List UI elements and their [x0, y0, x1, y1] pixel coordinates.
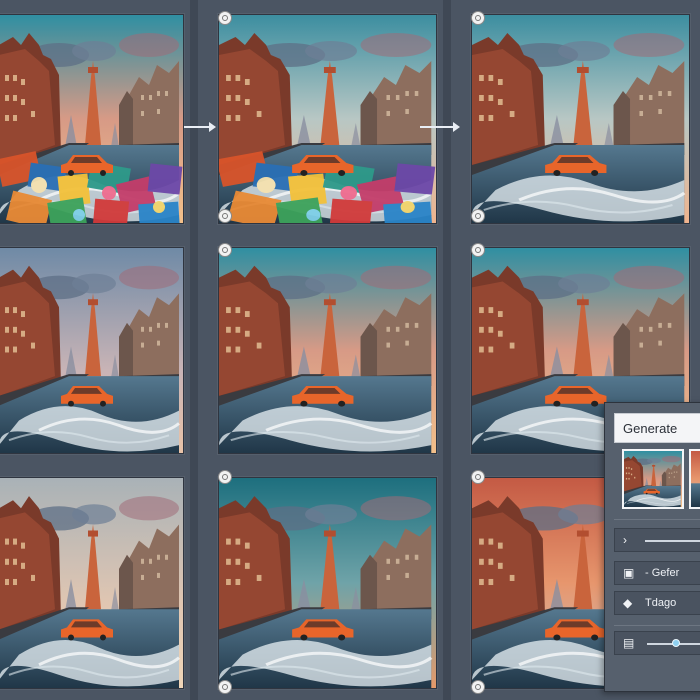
image-tile[interactable]: [218, 247, 437, 454]
panel-title: Generate: [623, 421, 678, 436]
gefer-row[interactable]: ▣ - Gefer: [614, 561, 700, 585]
panel-separator: [614, 519, 700, 520]
node-handle[interactable]: [471, 680, 485, 694]
image-tile[interactable]: [0, 477, 184, 689]
node-handle[interactable]: [218, 680, 232, 694]
image-tile[interactable]: [471, 14, 690, 224]
image-tile[interactable]: [218, 477, 437, 689]
image-tile[interactable]: [218, 14, 437, 224]
tdago-label: Tdago: [645, 597, 677, 609]
preview-thumbnail[interactable]: [622, 449, 684, 509]
image-tile[interactable]: [0, 14, 184, 224]
node-handle[interactable]: [471, 209, 485, 223]
panel-separator: [614, 625, 700, 626]
row-track: [645, 540, 700, 542]
panel-header[interactable]: Generate: [614, 413, 700, 443]
node-handle[interactable]: [471, 470, 485, 484]
node-handle[interactable]: [471, 243, 485, 257]
node-handle[interactable]: [471, 11, 485, 25]
connector-arrow: [184, 122, 216, 132]
connector-arrow: [420, 122, 460, 132]
slider-icon: ▤: [623, 636, 635, 650]
node-handle[interactable]: [218, 243, 232, 257]
column-divider: [443, 0, 451, 700]
diamond-split-icon: ◆: [623, 596, 633, 610]
node-handle[interactable]: [218, 11, 232, 25]
slider-row[interactable]: ▤: [614, 631, 700, 655]
generate-panel: Generate › ▣ - Gefer ◆ Tdago ▤: [604, 402, 700, 692]
tdago-row[interactable]: ◆ Tdago: [614, 591, 700, 615]
chevron-right-icon: ›: [623, 533, 627, 547]
expand-row[interactable]: ›: [614, 528, 700, 552]
column-divider: [190, 0, 198, 700]
gefer-label: - Gefer: [645, 567, 680, 579]
slider-knob[interactable]: [671, 639, 680, 647]
preview-thumbnail-next[interactable]: [689, 449, 700, 509]
image-frame-icon: ▣: [623, 566, 635, 580]
node-handle[interactable]: [218, 209, 232, 223]
image-tile[interactable]: [0, 247, 184, 454]
node-handle[interactable]: [218, 470, 232, 484]
